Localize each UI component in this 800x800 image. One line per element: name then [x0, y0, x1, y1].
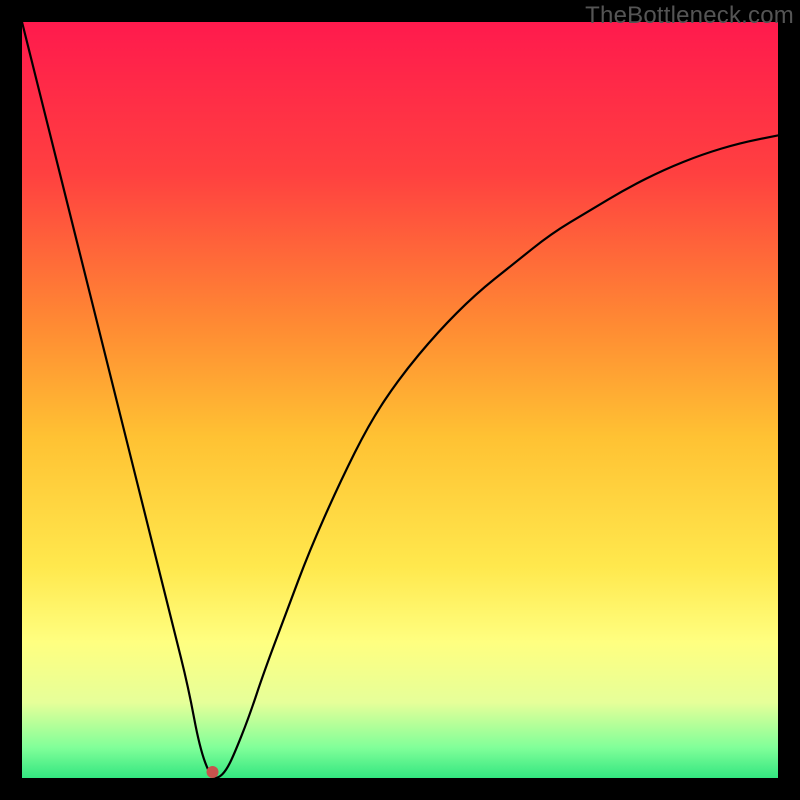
bottleneck-chart: [22, 22, 778, 778]
chart-frame: [22, 22, 778, 778]
minimum-marker: [207, 766, 219, 778]
watermark-text: TheBottleneck.com: [585, 2, 794, 30]
gradient-background: [22, 22, 778, 778]
